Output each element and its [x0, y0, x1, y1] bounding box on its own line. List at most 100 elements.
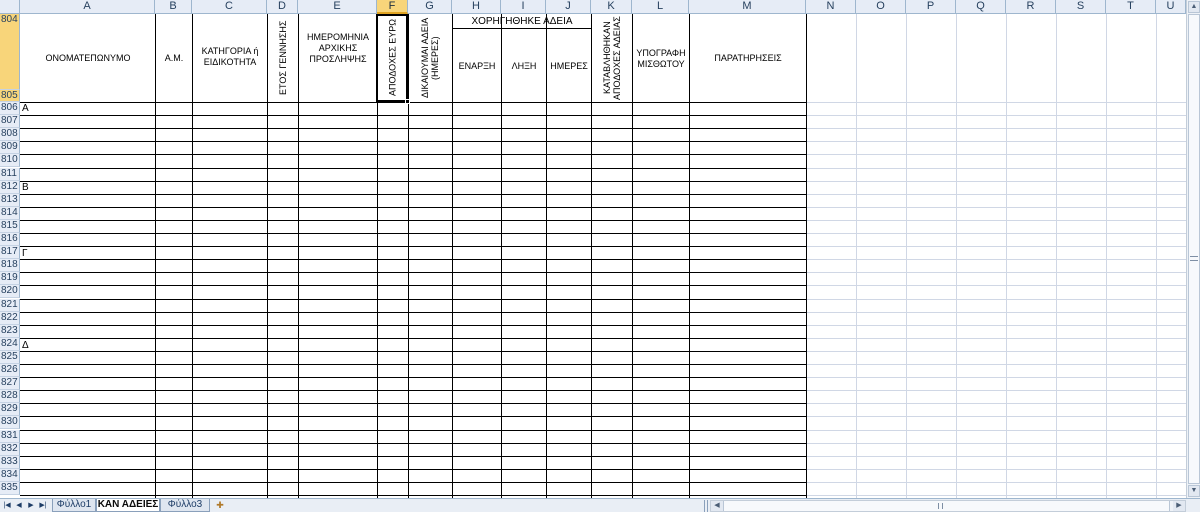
row-header-824[interactable]: 824 — [0, 338, 20, 351]
row-header-829[interactable]: 829 — [0, 403, 20, 416]
split-grip-icon[interactable] — [1190, 256, 1198, 261]
table-border-vertical — [155, 14, 156, 498]
column-header-t[interactable]: T — [1106, 0, 1156, 14]
table-border-horizontal — [20, 469, 806, 470]
table-border-horizontal — [20, 390, 806, 391]
column-header-i[interactable]: I — [501, 0, 546, 14]
column-header-c[interactable]: C — [192, 0, 267, 14]
table-border-horizontal — [20, 168, 806, 169]
row-header-827[interactable]: 827 — [0, 377, 20, 390]
row-header-809[interactable]: 809 — [0, 141, 20, 154]
section-letter-b: Β — [22, 182, 29, 193]
row-header-822[interactable]: 822 — [0, 312, 20, 325]
row-header-828[interactable]: 828 — [0, 390, 20, 403]
column-header-j[interactable]: J — [546, 0, 591, 14]
gridline-col — [1056, 14, 1057, 498]
row-header-814[interactable]: 814 — [0, 207, 20, 220]
row-header-815[interactable]: 815 — [0, 220, 20, 233]
row-header-813[interactable]: 813 — [0, 194, 20, 207]
spreadsheet-grid[interactable]: ABCDEFGHIJKLMNOPQRSTU 804 805 806 807 808 809… — [0, 0, 1186, 498]
row-header-805[interactable]: 805 — [0, 90, 20, 102]
table-border-vertical — [452, 14, 453, 498]
table-border-horizontal — [20, 154, 806, 155]
next-sheet-icon[interactable]: ▶ — [26, 500, 36, 511]
tab-split-divider[interactable] — [704, 500, 708, 512]
vertical-scroll-thumb[interactable] — [1188, 14, 1200, 484]
gridline-col — [1006, 14, 1007, 498]
column-header-f[interactable]: F — [377, 0, 408, 14]
column-header-d[interactable]: D — [267, 0, 298, 14]
row-header-804[interactable]: 804 — [0, 14, 20, 90]
table-border-horizontal — [20, 233, 806, 234]
row-header-806[interactable]: 806 — [0, 102, 20, 115]
row-header-823[interactable]: 823 — [0, 325, 20, 338]
gridline-col — [1106, 14, 1107, 498]
row-header-808[interactable]: 808 — [0, 128, 20, 141]
last-sheet-icon[interactable]: ▶| — [38, 500, 48, 511]
sheet-tab-kan-adeies[interactable]: ΚΑΝ ΑΔΕΙΕΣ — [96, 499, 160, 512]
row-header-816[interactable]: 816 — [0, 233, 20, 246]
row-header-833[interactable]: 833 — [0, 456, 20, 469]
table-border-horizontal — [20, 181, 806, 182]
column-header-e[interactable]: E — [298, 0, 377, 14]
column-header-a[interactable]: A — [20, 0, 155, 14]
column-header-n[interactable]: N — [806, 0, 856, 14]
scroll-down-icon[interactable]: ▼ — [1188, 485, 1200, 497]
vertical-scrollbar[interactable]: ▲ ▼ — [1186, 0, 1200, 498]
select-all-corner[interactable] — [0, 0, 20, 14]
column-header-m[interactable]: M — [689, 0, 806, 14]
row-header-825[interactable]: 825 — [0, 351, 20, 364]
gridline-col — [856, 14, 857, 498]
row-header-832[interactable]: 832 — [0, 443, 20, 456]
horizontal-scroll-thumb[interactable] — [723, 501, 1170, 511]
row-header-817[interactable]: 817 — [0, 246, 20, 259]
table-border-horizontal — [20, 246, 806, 247]
scroll-left-icon[interactable]: ◀ — [711, 501, 723, 511]
column-header-l[interactable]: L — [632, 0, 689, 14]
row-header-830[interactable]: 830 — [0, 416, 20, 429]
scroll-up-icon[interactable]: ▲ — [1188, 1, 1200, 13]
active-cell-selection[interactable] — [376, 14, 408, 102]
first-sheet-icon[interactable]: |◀ — [2, 500, 12, 511]
section-letter-g: Γ — [22, 248, 28, 259]
column-header-u[interactable]: U — [1156, 0, 1186, 14]
column-header-g[interactable]: G — [408, 0, 452, 14]
table-border-horizontal — [20, 430, 806, 431]
column-header-h[interactable]: H — [452, 0, 501, 14]
table-border-horizontal — [20, 495, 806, 496]
header-start: ΕΝΑΡΞΗ — [458, 61, 496, 71]
gridline-col — [1156, 14, 1157, 498]
table-border-horizontal — [20, 338, 806, 339]
column-header-q[interactable]: Q — [956, 0, 1006, 14]
sheet-tab-fyllo3[interactable]: Φύλλο3 — [160, 499, 210, 512]
row-header-819[interactable]: 819 — [0, 272, 20, 285]
sheet-tab-fyllo1[interactable]: Φύλλο1 — [52, 499, 96, 512]
row-header-834[interactable]: 834 — [0, 469, 20, 482]
table-border-horizontal — [20, 416, 806, 417]
row-header-810[interactable]: 810 — [0, 154, 20, 167]
horizontal-scrollbar[interactable]: ◀ ▶ — [710, 500, 1186, 512]
row-header-818[interactable]: 818 — [0, 259, 20, 272]
scroll-right-icon[interactable]: ▶ — [1173, 501, 1185, 511]
row-header-831[interactable]: 831 — [0, 430, 20, 443]
row-header-821[interactable]: 821 — [0, 299, 20, 312]
row-header-835[interactable]: 835 — [0, 482, 20, 495]
row-header-807[interactable]: 807 — [0, 115, 20, 128]
column-header-s[interactable]: S — [1056, 0, 1106, 14]
header-entitled-leave: ΔΙΚΑΙΟΥΜΑΙ ΑΔΕΙΑ (ΗΜΕΡΕΣ) — [420, 17, 440, 99]
row-header-820[interactable]: 820 — [0, 285, 20, 298]
column-header-o[interactable]: O — [856, 0, 906, 14]
table-border-horizontal — [20, 364, 806, 365]
table-border-horizontal — [20, 377, 806, 378]
row-header-812[interactable]: 812 — [0, 181, 20, 194]
column-header-b[interactable]: B — [155, 0, 192, 14]
column-header-p[interactable]: P — [906, 0, 956, 14]
fill-handle[interactable] — [405, 99, 410, 104]
prev-sheet-icon[interactable]: ◀ — [14, 500, 24, 511]
table-border-horizontal — [20, 259, 806, 260]
insert-sheet-icon[interactable]: ✚ — [213, 500, 227, 511]
column-header-k[interactable]: K — [591, 0, 632, 14]
row-header-826[interactable]: 826 — [0, 364, 20, 377]
row-header-811[interactable]: 811 — [0, 168, 20, 181]
column-header-r[interactable]: R — [1006, 0, 1056, 14]
